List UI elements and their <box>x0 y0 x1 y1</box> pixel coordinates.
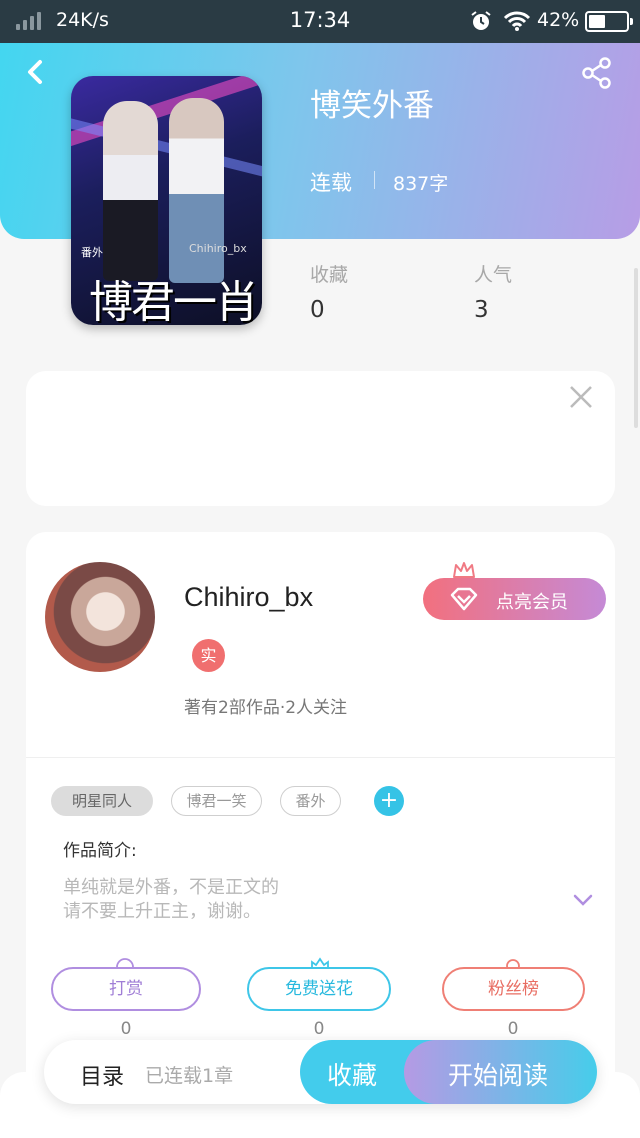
ad-card <box>26 371 615 506</box>
divider <box>26 757 615 758</box>
reward-button[interactable]: 打赏 <box>51 967 201 1011</box>
tag-chip[interactable]: 博君一笑 <box>171 786 262 816</box>
diamond-icon <box>450 587 478 611</box>
wifi-icon <box>503 11 531 31</box>
cover-title: 博君一肖 <box>89 277 259 325</box>
stat-value-favorites: 0 <box>310 297 325 323</box>
chevron-down-icon[interactable] <box>572 892 594 908</box>
stat-value-popularity: 3 <box>474 297 489 323</box>
reward-count: 0 <box>120 1019 132 1039</box>
status-bar: 24K/s 17:34 42% <box>0 0 640 43</box>
alarm-icon <box>471 11 491 30</box>
back-button[interactable] <box>22 58 50 86</box>
intro-label: 作品简介: <box>63 841 137 861</box>
fan-ranking-button[interactable]: 粉丝榜 <box>442 967 585 1011</box>
send-flower-button[interactable]: 免费送花 <box>247 967 391 1011</box>
add-tag-button[interactable]: + <box>374 786 404 816</box>
cover-figure <box>169 98 224 283</box>
share-button[interactable] <box>580 56 614 90</box>
author-name[interactable]: Chihiro_bx <box>184 582 313 613</box>
author-meta: 著有2部作品·2人关注 <box>184 698 348 718</box>
close-icon[interactable] <box>568 384 594 410</box>
vip-button[interactable]: 点亮会员 <box>423 578 606 620</box>
fan-ranking-count: 0 <box>507 1019 519 1039</box>
flower-count: 0 <box>313 1019 325 1039</box>
vip-label: 点亮会员 <box>496 592 568 613</box>
avatar[interactable] <box>45 562 155 672</box>
tag-chip[interactable]: 番外 <box>280 786 341 816</box>
scrollbar[interactable] <box>634 268 638 428</box>
word-count: 837字 <box>393 173 449 195</box>
battery-percent: 42% <box>537 9 580 31</box>
chapter-status[interactable]: 已连载1章 <box>145 1061 233 1088</box>
crown-icon <box>453 562 475 578</box>
cover-watermark: Chihiro_bx <box>189 242 247 255</box>
book-status: 连载 <box>310 171 352 195</box>
book-title: 博笑外番 <box>310 88 434 124</box>
verified-badge: 实 <box>192 639 225 672</box>
toc-button[interactable]: 目录 <box>80 1059 124 1091</box>
tag-chip[interactable]: 明星同人 <box>51 786 153 816</box>
stat-label-favorites: 收藏 <box>310 264 349 286</box>
book-cover[interactable]: 番外 Chihiro_bx 博君一肖 <box>71 76 262 325</box>
start-reading-button[interactable]: 开始阅读 <box>404 1040 597 1104</box>
cover-caption: 番外 <box>81 246 103 259</box>
stat-label-popularity: 人气 <box>474 264 513 286</box>
battery-icon <box>585 11 633 32</box>
divider <box>374 171 375 189</box>
intro-text: 单纯就是外番，不是正文的 请不要上升正主，谢谢。 <box>63 877 279 922</box>
cover-figure <box>103 101 158 281</box>
